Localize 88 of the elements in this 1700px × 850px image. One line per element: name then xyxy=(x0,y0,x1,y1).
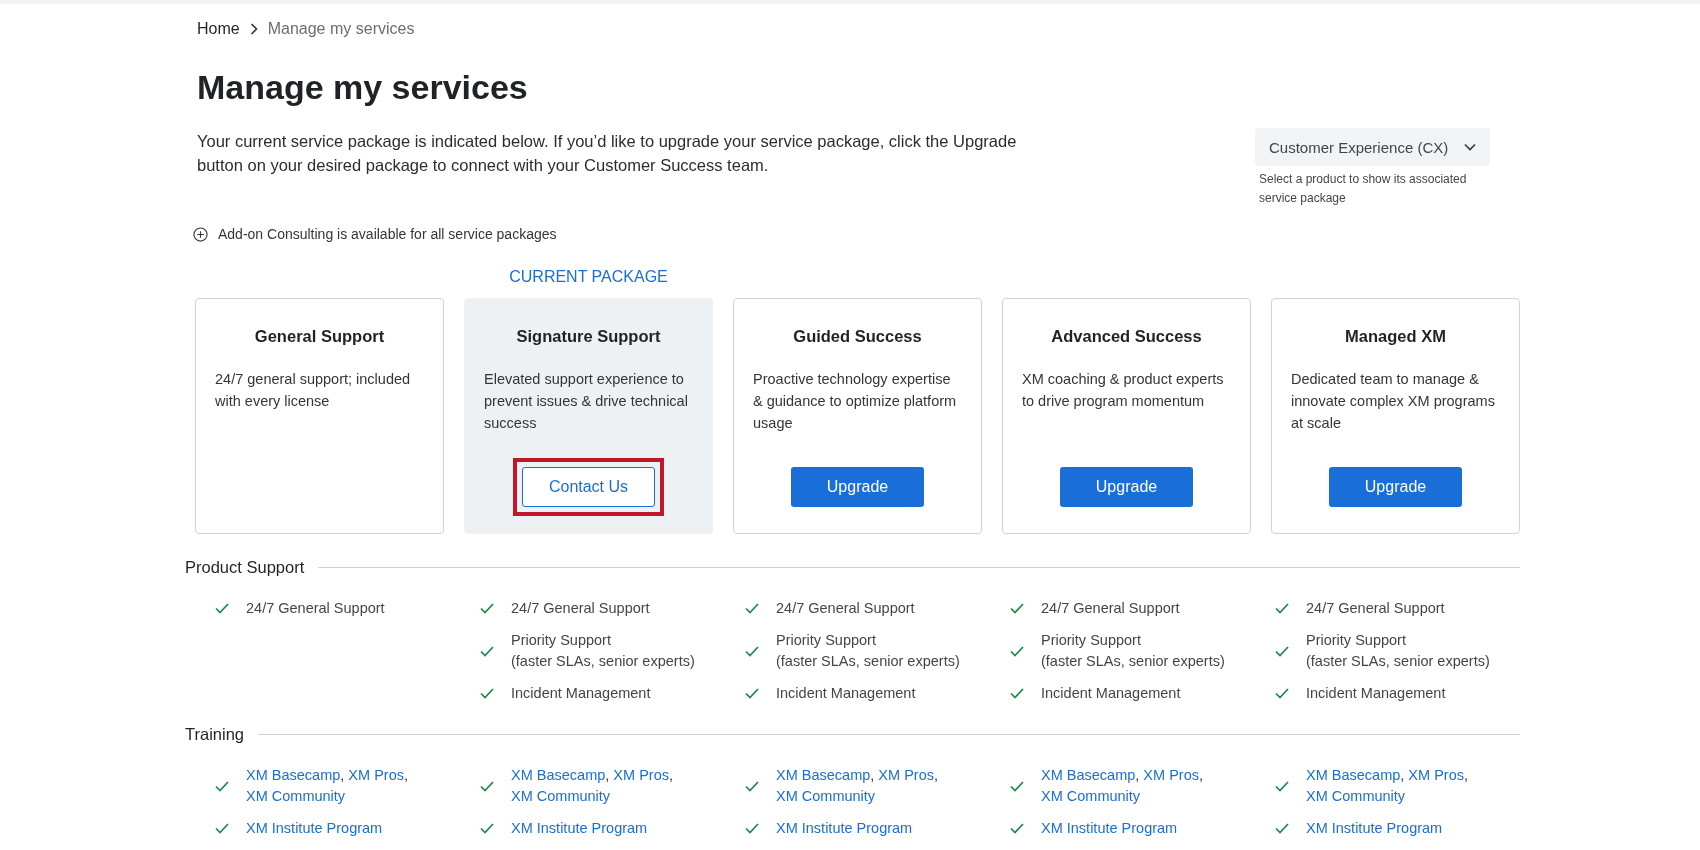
check-icon xyxy=(1010,603,1024,614)
section-title: Product Support xyxy=(185,558,305,577)
package-description: 24/7 general support; included with every license xyxy=(215,370,412,411)
separator-text: , xyxy=(870,767,875,783)
training-link[interactable]: XM Institute Program xyxy=(776,820,913,836)
check-icon xyxy=(1275,688,1289,699)
check-icon xyxy=(745,823,759,834)
upgrade-button[interactable]: Upgrade xyxy=(1060,467,1193,507)
check-icon xyxy=(480,645,494,657)
training-link[interactable]: XM Institute Program xyxy=(246,820,383,836)
package-description: Proactive technology expertise & guidance to optimize platform usage xyxy=(753,370,958,433)
check-icon xyxy=(480,823,494,834)
package-name: Managed XM xyxy=(1344,327,1447,346)
check-icon xyxy=(1275,780,1289,792)
training-link[interactable]: XM Institute Program xyxy=(511,820,648,836)
training-link[interactable]: XM Community xyxy=(511,788,611,804)
package-name: Signature Support xyxy=(515,327,662,346)
feature-text: Incident Management xyxy=(776,684,916,703)
training-link[interactable]: XM Institute Program xyxy=(1041,820,1178,836)
training-link[interactable]: XM Pros xyxy=(1408,767,1464,783)
dropdown-help-text: Select a product to show its associated service package xyxy=(1258,171,1468,207)
check-icon xyxy=(745,688,759,699)
intro-text: Your current service package is indicated below. If you’d like to upgrade your service package, click the Upgrade button on your desired package to connect with your Customer Success team. xyxy=(197,131,1018,176)
feature-text: 24/7 General Support xyxy=(246,599,385,618)
check-icon xyxy=(1010,780,1024,792)
separator-text: , xyxy=(1400,767,1405,783)
package-description: Elevated support experience to prevent issues & drive technical success xyxy=(484,370,689,433)
check-icon xyxy=(480,603,494,614)
training-link[interactable]: XM Community xyxy=(246,788,346,804)
check-icon xyxy=(745,603,759,614)
check-icon xyxy=(1275,823,1289,834)
package-name: Guided Success xyxy=(792,327,923,346)
chevron-down-icon xyxy=(1464,143,1476,151)
check-icon xyxy=(1275,603,1289,614)
separator-text: , xyxy=(403,767,408,783)
page-title: Manage my services xyxy=(197,68,529,107)
training-link[interactable]: XM Community xyxy=(776,788,876,804)
separator-text: , xyxy=(933,767,938,783)
feature-text: Priority Support (faster SLAs, senior experts) xyxy=(511,631,695,671)
check-icon xyxy=(745,780,759,792)
training-link[interactable]: XM Community xyxy=(1041,788,1141,804)
package-description: XM coaching & product experts to drive program momentum xyxy=(1022,370,1225,411)
current-package-label: CURRENT PACKAGE xyxy=(509,268,668,286)
feature-text: Incident Management xyxy=(511,684,651,703)
feature-text: Priority Support (faster SLAs, senior experts) xyxy=(776,631,960,671)
contact-button[interactable]: Contact Us xyxy=(522,467,655,507)
chevron-right-icon xyxy=(249,23,258,35)
training-link[interactable]: XM Pros xyxy=(878,767,934,783)
training-link[interactable]: XM Institute Program xyxy=(1306,820,1443,836)
separator-text: , xyxy=(1198,767,1203,783)
training-link[interactable]: XM Community xyxy=(1306,788,1406,804)
feature-text: Incident Management xyxy=(1306,684,1446,703)
training-link[interactable]: XM Pros xyxy=(613,767,669,783)
feature-text: 24/7 General Support xyxy=(776,599,915,618)
check-icon xyxy=(480,780,494,792)
check-icon xyxy=(1275,645,1289,657)
feature-text: Priority Support (faster SLAs, senior experts) xyxy=(1306,631,1490,671)
check-icon xyxy=(1010,645,1024,657)
plus-circle-icon[interactable] xyxy=(193,226,208,242)
training-link[interactable]: XM Pros xyxy=(1143,767,1199,783)
check-icon xyxy=(215,603,229,614)
upgrade-button[interactable]: Upgrade xyxy=(791,467,924,507)
check-icon xyxy=(215,780,229,792)
package-description: Dedicated team to manage & innovate complex XM programs at scale xyxy=(1291,370,1496,433)
package-name: General Support xyxy=(253,327,386,346)
feature-text: 24/7 General Support xyxy=(1306,599,1445,618)
breadcrumb-link[interactable]: Manage my services xyxy=(267,20,415,38)
product-dropdown[interactable]: Customer Experience (CX) xyxy=(1255,128,1490,166)
check-icon xyxy=(745,645,759,657)
separator-text: , xyxy=(668,767,673,783)
separator-text: , xyxy=(340,767,345,783)
separator-text: , xyxy=(1135,767,1140,783)
addon-note: Add-on Consulting is available for all service packages xyxy=(218,226,557,242)
feature-text: 24/7 General Support xyxy=(511,599,650,618)
feature-text: Priority Support (faster SLAs, senior experts) xyxy=(1041,631,1225,671)
separator-text: , xyxy=(1463,767,1468,783)
check-icon xyxy=(1010,823,1024,834)
breadcrumb-link[interactable]: Home xyxy=(197,20,240,38)
upgrade-button[interactable]: Upgrade xyxy=(1329,467,1462,507)
check-icon xyxy=(215,823,229,834)
section-title: Training xyxy=(185,725,244,744)
package-name: Advanced Success xyxy=(1050,327,1203,346)
feature-text: 24/7 General Support xyxy=(1041,599,1180,618)
separator-text: , xyxy=(605,767,610,783)
check-icon xyxy=(480,688,494,699)
feature-text: Incident Management xyxy=(1041,684,1181,703)
training-link[interactable]: XM Pros xyxy=(348,767,404,783)
check-icon xyxy=(1010,688,1024,699)
